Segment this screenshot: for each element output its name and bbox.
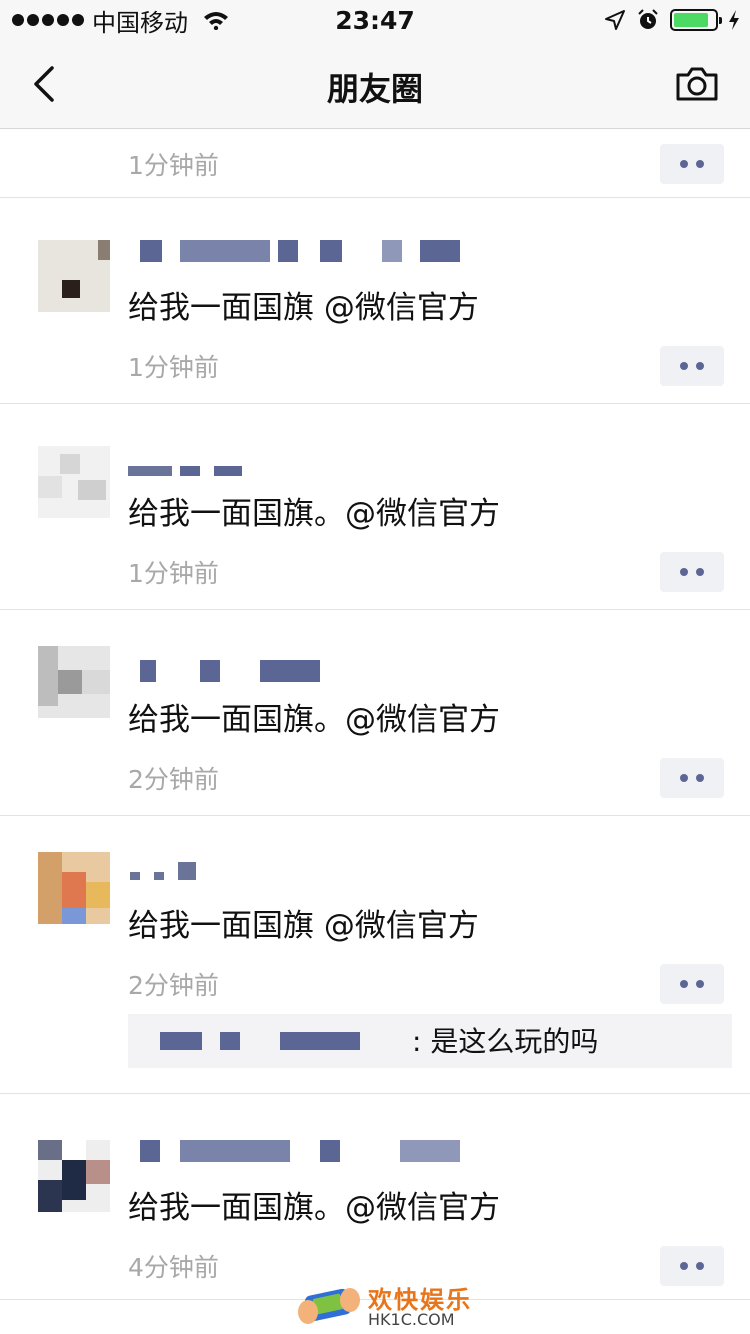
- avatar[interactable]: [38, 240, 110, 312]
- more-actions-button[interactable]: [660, 552, 724, 592]
- battery-icon: [670, 9, 722, 31]
- battery-level: [674, 13, 708, 27]
- moment-post: 给我一面国旗。@微信官方 4分钟前: [0, 1094, 750, 1300]
- moments-feed[interactable]: 1分钟前 给我一面国旗 @微信官方 1分钟前 给我一面国旗。@微信官方 1分钟前…: [0, 130, 750, 1334]
- commenter-redacted: [160, 1032, 202, 1050]
- more-actions-button[interactable]: [660, 144, 724, 184]
- charging-bolt-icon: [729, 10, 739, 30]
- comment-body: 是这么玩的吗: [430, 1025, 599, 1058]
- comment-text: : 是这么玩的吗: [412, 1020, 598, 1060]
- commenter-redacted: [280, 1032, 360, 1050]
- comment-item[interactable]: : 是这么玩的吗: [128, 1014, 732, 1068]
- moment-post: 给我一面国旗 @微信官方 2分钟前 : 是这么玩的吗: [0, 816, 750, 1094]
- watermark-url: HK1C.COM: [368, 1310, 455, 1329]
- post-time: 2分钟前: [128, 971, 219, 1000]
- status-icons: [604, 6, 740, 34]
- alarm-icon: [638, 9, 658, 29]
- status-bar: 中国移动 23:47: [0, 0, 750, 40]
- more-actions-button[interactable]: [660, 1246, 724, 1286]
- post-content: 给我一面国旗 @微信官方: [128, 290, 479, 326]
- moment-post: 1分钟前: [0, 130, 750, 198]
- post-time: 1分钟前: [128, 559, 219, 588]
- page-title: 朋友圈: [326, 70, 423, 108]
- more-actions-button[interactable]: [660, 346, 724, 386]
- gamepad-hand-icon: [298, 1288, 360, 1324]
- post-content: 给我一面国旗 @微信官方: [128, 908, 479, 944]
- location-arrow-icon: [605, 10, 625, 30]
- more-actions-button[interactable]: [660, 964, 724, 1004]
- post-content: 给我一面国旗。@微信官方: [128, 496, 500, 532]
- post-time: 1分钟前: [128, 151, 219, 180]
- watermark-logo: 欢快娱乐 HK1C.COM: [296, 1276, 476, 1334]
- more-actions-button[interactable]: [660, 758, 724, 798]
- moment-post: 给我一面国旗 @微信官方 1分钟前: [0, 198, 750, 404]
- avatar[interactable]: [38, 646, 110, 718]
- post-content: 给我一面国旗。@微信官方: [128, 1190, 500, 1226]
- post-time: 2分钟前: [128, 765, 219, 794]
- avatar[interactable]: [38, 1140, 110, 1212]
- navigation-bar: 朋友圈: [0, 40, 750, 129]
- comment-separator: :: [412, 1025, 431, 1058]
- moment-post: 给我一面国旗。@微信官方 1分钟前: [0, 404, 750, 610]
- post-content: 给我一面国旗。@微信官方: [128, 702, 500, 738]
- camera-button[interactable]: [674, 64, 720, 104]
- post-time: 4分钟前: [128, 1253, 219, 1282]
- avatar[interactable]: [38, 446, 110, 518]
- post-time: 1分钟前: [128, 353, 219, 382]
- commenter-redacted: [220, 1032, 240, 1050]
- avatar[interactable]: [38, 852, 110, 924]
- moment-post: 给我一面国旗。@微信官方 2分钟前: [0, 610, 750, 816]
